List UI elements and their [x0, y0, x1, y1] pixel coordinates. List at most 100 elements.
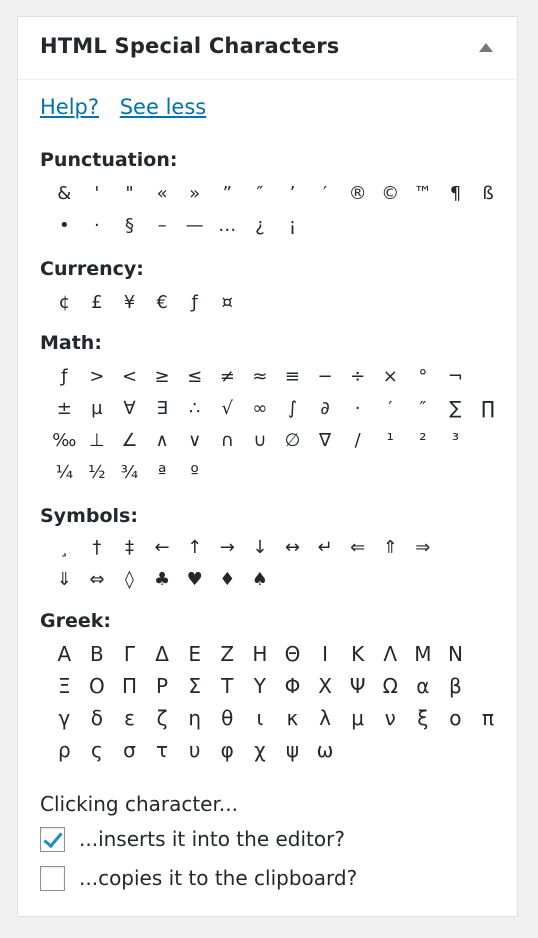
help-link[interactable]: Help? — [40, 95, 99, 119]
char-button[interactable]: ↔ — [276, 532, 309, 564]
char-button[interactable]: ″ — [244, 178, 277, 210]
char-button[interactable]: ∃ — [146, 393, 179, 425]
char-button[interactable]: γ — [48, 702, 81, 734]
char-button[interactable]: ¾ — [113, 457, 146, 489]
char-button[interactable]: ♠ — [244, 564, 277, 596]
char-button[interactable]: Ρ — [146, 670, 179, 702]
char-button[interactable]: Φ — [276, 670, 309, 702]
char-button[interactable]: ∞ — [244, 393, 277, 425]
char-button[interactable]: Υ — [244, 670, 277, 702]
char-button[interactable]: Θ — [276, 638, 309, 670]
char-button[interactable]: ‡ — [113, 532, 146, 564]
char-button[interactable]: £ — [81, 287, 114, 319]
char-button[interactable]: Ι — [309, 638, 342, 670]
char-button[interactable]: Χ — [309, 670, 342, 702]
char-button[interactable]: · — [341, 393, 374, 425]
char-button[interactable]: Β — [81, 638, 114, 670]
char-button[interactable]: ς — [81, 734, 114, 766]
char-button[interactable]: ι — [244, 702, 277, 734]
collapse-arrow-icon[interactable] — [479, 43, 493, 52]
char-button[interactable]: / — [341, 425, 374, 457]
char-button[interactable]: ⇐ — [341, 532, 374, 564]
char-button[interactable]: Μ — [407, 638, 440, 670]
char-button[interactable]: ♥ — [178, 564, 211, 596]
char-button[interactable]: ¥ — [113, 287, 146, 319]
char-button[interactable]: " — [113, 178, 146, 210]
char-button[interactable]: Ξ — [48, 670, 81, 702]
char-button[interactable]: > — [81, 361, 114, 393]
char-button[interactable]: ⊥ — [81, 425, 114, 457]
char-button[interactable]: ≤ — [178, 361, 211, 393]
char-button[interactable]: » — [178, 178, 211, 210]
char-button[interactable]: ¬ — [439, 361, 472, 393]
char-button[interactable]: ¶ — [439, 178, 472, 210]
char-button[interactable]: † — [81, 532, 114, 564]
insert-checkbox[interactable] — [40, 826, 65, 852]
char-button[interactable]: ¹ — [374, 425, 407, 457]
char-button[interactable]: ∧ — [146, 425, 179, 457]
char-button[interactable]: € — [146, 287, 179, 319]
char-button[interactable]: Σ — [178, 670, 211, 702]
char-button[interactable]: λ — [309, 702, 342, 734]
char-button[interactable]: Η — [244, 638, 277, 670]
char-button[interactable]: ß — [472, 178, 505, 210]
char-button[interactable]: ′ — [374, 393, 407, 425]
char-button[interactable]: « — [146, 178, 179, 210]
char-button[interactable]: Ζ — [211, 638, 244, 670]
copy-option[interactable]: ...copies it to the clipboard? — [40, 864, 357, 892]
char-button[interactable]: τ — [146, 734, 179, 766]
char-button[interactable]: Ο — [81, 670, 114, 702]
char-button[interactable]: ∩ — [211, 425, 244, 457]
char-button[interactable]: ′ — [309, 178, 342, 210]
panel-header[interactable]: HTML Special Characters — [18, 17, 517, 80]
char-button[interactable]: – — [146, 210, 179, 242]
char-button[interactable]: ⇓ — [48, 564, 81, 596]
char-button[interactable]: ™ — [407, 178, 440, 210]
char-button[interactable]: ζ — [146, 702, 179, 734]
char-button[interactable]: ε — [113, 702, 146, 734]
char-button[interactable]: ↑ — [178, 532, 211, 564]
char-button[interactable]: → — [211, 532, 244, 564]
char-button[interactable]: − — [309, 361, 342, 393]
char-button[interactable]: § — [113, 210, 146, 242]
char-button[interactable]: ο — [439, 702, 472, 734]
char-button[interactable]: μ — [341, 702, 374, 734]
char-button[interactable]: ω — [309, 734, 342, 766]
char-button[interactable]: ∂ — [309, 393, 342, 425]
char-button[interactable]: ⇒ — [407, 532, 440, 564]
char-button[interactable]: δ — [81, 702, 114, 734]
see-less-link[interactable]: See less — [120, 95, 206, 119]
char-button[interactable]: ¸ — [48, 532, 81, 564]
char-button[interactable]: ½ — [81, 457, 114, 489]
char-button[interactable]: ∪ — [244, 425, 277, 457]
char-button[interactable]: η — [178, 702, 211, 734]
char-button[interactable]: Κ — [341, 638, 374, 670]
char-button[interactable]: α — [407, 670, 440, 702]
char-button[interactable]: ∇ — [309, 425, 342, 457]
char-button[interactable]: ² — [407, 425, 440, 457]
char-button[interactable]: ¤ — [211, 287, 244, 319]
char-button[interactable]: · — [81, 210, 114, 242]
char-button[interactable]: ∫ — [276, 393, 309, 425]
char-button[interactable]: Λ — [374, 638, 407, 670]
char-button[interactable]: ≠ — [211, 361, 244, 393]
char-button[interactable]: ¼ — [48, 457, 81, 489]
char-button[interactable]: Ε — [178, 638, 211, 670]
char-button[interactable]: ¡ — [276, 210, 309, 242]
char-button[interactable]: Ν — [439, 638, 472, 670]
char-button[interactable]: © — [374, 178, 407, 210]
char-button[interactable]: ← — [146, 532, 179, 564]
char-button[interactable]: χ — [244, 734, 277, 766]
char-button[interactable]: Γ — [113, 638, 146, 670]
char-button[interactable]: ξ — [407, 702, 440, 734]
char-button[interactable]: ƒ — [178, 287, 211, 319]
char-button[interactable]: ⇑ — [374, 532, 407, 564]
char-button[interactable]: ≈ — [244, 361, 277, 393]
char-button[interactable]: ± — [48, 393, 81, 425]
char-button[interactable]: ″ — [407, 393, 440, 425]
char-button[interactable]: ” — [211, 178, 244, 210]
char-button[interactable]: ∴ — [178, 393, 211, 425]
char-button[interactable]: & — [48, 178, 81, 210]
char-button[interactable]: ∠ — [113, 425, 146, 457]
char-button[interactable]: ∨ — [178, 425, 211, 457]
